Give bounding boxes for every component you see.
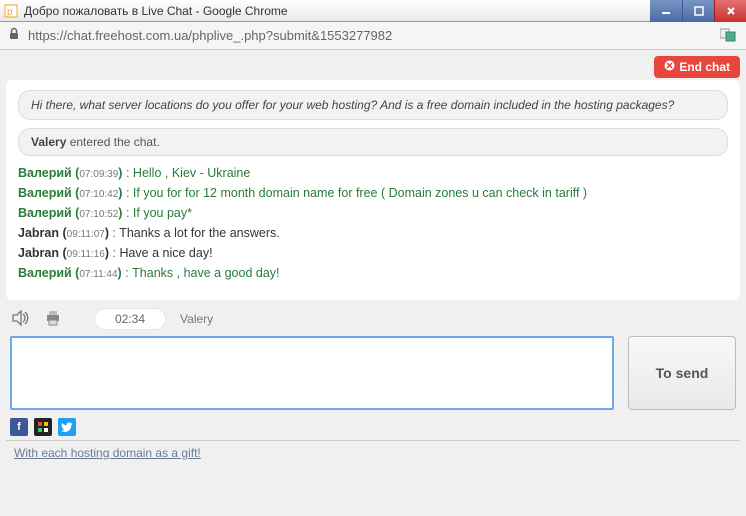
msg-text: Thanks , have a good day! [132,266,279,280]
chat-message: Валерий (07:10:42) : If you for for 12 m… [18,186,728,200]
send-button[interactable]: To send [628,336,736,410]
msg-timestamp: 07:11:44 [79,269,117,280]
visitor-intro-bubble: Hi there, what server locations do you o… [18,90,728,120]
operator-name: Valery [180,312,213,326]
close-button[interactable] [714,0,746,22]
maximize-button[interactable] [682,0,714,22]
chat-panel: Hi there, what server locations do you o… [6,80,740,300]
chat-message: Jabran (09:11:16) : Have a nice day! [18,246,728,260]
msg-text: If you pay* [133,206,192,220]
msg-text: If you for for 12 month domain name for … [133,186,587,200]
footer-promo-link[interactable]: With each hosting domain as a gift! [14,446,201,460]
chat-message: Валерий (07:09:39) : Hello , Kiev - Ukra… [18,166,728,180]
msg-timestamp: 09:11:16 [67,249,105,260]
chat-message: Валерий (07:11:44) : Thanks , have a goo… [18,266,728,280]
end-chat-close-icon [664,60,675,74]
msg-author: Валерий ( [18,266,79,280]
msg-author: Валерий ( [18,206,79,220]
message-list: Валерий (07:09:39) : Hello , Kiev - Ukra… [18,166,728,280]
msg-text: Hello , Kiev - Ukraine [133,166,250,180]
chat-message: Валерий (07:10:52) : If you pay* [18,206,728,220]
msg-timestamp: 07:09:39 [79,169,118,180]
twitter-icon[interactable] [58,418,76,436]
msg-author: Валерий ( [18,186,79,200]
svg-text:p: p [7,7,13,18]
msg-timestamp: 07:10:42 [79,189,118,200]
end-chat-button[interactable]: End chat [654,56,740,78]
system-message-text: entered the chat. [66,135,159,149]
input-row: To send [6,336,740,410]
plus-icon[interactable] [34,418,52,436]
system-message: Valery entered the chat. [18,128,728,156]
msg-text: Thanks a lot for the answers. [119,226,280,240]
chat-toolbar: 02:34 Valery [6,300,740,336]
facebook-icon[interactable]: f [10,418,28,436]
system-message-who: Valery [31,135,66,149]
minimize-button[interactable] [650,0,682,22]
translate-icon[interactable] [720,27,738,45]
msg-author: Jabran ( [18,246,67,260]
print-icon[interactable] [44,310,62,329]
window-titlebar: p Добро пожаловать в Live Chat - Google … [0,0,746,22]
window-controls [650,0,746,22]
address-bar: https://chat.freehost.com.ua/phplive_.ph… [0,22,746,50]
chat-message: Jabran (09:11:07) : Thanks a lot for the… [18,226,728,240]
footer: With each hosting domain as a gift! [6,440,740,465]
msg-text: Have a nice day! [119,246,212,260]
chat-timer: 02:34 [94,308,166,330]
message-input[interactable] [10,336,614,410]
msg-timestamp: 07:10:52 [79,209,118,220]
window-title: Добро пожаловать в Live Chat - Google Ch… [24,4,288,18]
favicon-icon: p [4,4,18,18]
url-text[interactable]: https://chat.freehost.com.ua/phplive_.ph… [28,28,720,43]
msg-author: Валерий ( [18,166,79,180]
social-row: f [6,410,740,440]
end-chat-label: End chat [679,60,730,74]
lock-icon [8,27,20,44]
msg-author: Jabran ( [18,226,67,240]
sound-icon[interactable] [12,310,30,329]
chat-container: End chat Hi there, what server locations… [0,50,746,516]
msg-timestamp: 09:11:07 [67,229,105,240]
